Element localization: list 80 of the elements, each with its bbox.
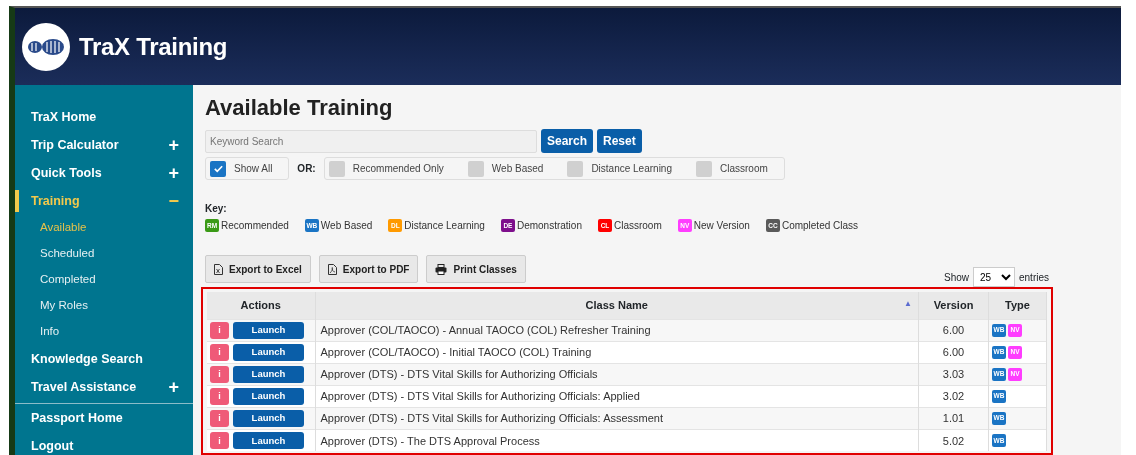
export-button[interactable]: Export to PDF <box>318 255 419 284</box>
spreadsheet-file-icon <box>214 263 223 275</box>
entries-select[interactable]: 25 <box>973 267 1015 288</box>
info-button[interactable]: i <box>210 432 229 450</box>
toggle-icon[interactable]: − <box>168 192 179 210</box>
checkbox[interactable] <box>467 160 484 177</box>
nav-link[interactable]: Quick Tools <box>31 163 169 183</box>
nav-subitem[interactable]: My Roles <box>15 293 193 319</box>
class-name-cell: Approver (COL/TAOCO) - Annual TAOCO (COL) Refresher Training <box>315 319 919 342</box>
toggle-icon[interactable]: + <box>168 378 179 396</box>
version-cell: 3.02 <box>918 385 989 408</box>
info-button[interactable]: i <box>210 343 229 361</box>
toggle-icon[interactable]: + <box>168 164 179 182</box>
entries-label: entries <box>1019 270 1049 285</box>
pdf-file-icon <box>327 263 337 275</box>
nav-link[interactable]: Travel Assistance <box>31 377 169 397</box>
checkbox-label[interactable]: Classroom <box>720 161 768 177</box>
checkbox[interactable] <box>696 160 712 177</box>
nav-subitem[interactable]: Scheduled <box>15 241 193 267</box>
launch-button[interactable]: Launch <box>233 432 304 450</box>
launch-button[interactable]: Launch <box>233 387 304 405</box>
search-field[interactable]: Keyword Search <box>205 129 537 153</box>
reset-button[interactable]: Reset <box>597 129 642 154</box>
class-name-cell: Approver (DTS) - DTS Vital Skills for Authorizing Officials: Assessment <box>315 407 919 430</box>
class-name-cell: Approver (DTS) - The DTS Approval Process <box>315 429 919 452</box>
key-label: Classroom <box>613 219 662 234</box>
class-name-cell: Approver (DTS) - DTS Vital Skills for Authorizing Officials: Applied <box>315 385 919 408</box>
column-header[interactable]: Version <box>918 292 989 320</box>
nav-subitem[interactable]: Available <box>15 215 193 241</box>
version-cell: 5.02 <box>918 429 989 452</box>
launch-button[interactable]: Launch <box>233 409 304 427</box>
printer-icon <box>435 263 448 275</box>
page-title: Available Training <box>205 95 394 122</box>
column-header[interactable]: Actions <box>207 292 315 320</box>
column-header[interactable]: Class Name ▲ <box>315 292 919 320</box>
checkbox[interactable] <box>210 160 226 177</box>
toggle-icon[interactable]: + <box>168 136 179 154</box>
export-button[interactable]: Export to Excel <box>205 255 311 284</box>
nav-subitem[interactable]: Completed <box>15 267 193 293</box>
version-cell: 1.01 <box>918 407 989 430</box>
version-cell: 3.03 <box>918 363 989 386</box>
launch-button[interactable]: Launch <box>233 321 304 339</box>
key-label: Web Based <box>320 219 373 234</box>
nav-subitem[interactable]: Info <box>15 319 193 345</box>
key-heading: Key: <box>205 204 228 215</box>
checkbox[interactable] <box>567 160 584 177</box>
or-label: OR: <box>297 162 316 177</box>
key-label: Recommended <box>221 219 289 234</box>
checkbox-label[interactable]: Distance Learning <box>591 161 672 177</box>
nav-link[interactable]: TraX Home <box>31 107 179 127</box>
info-button[interactable]: i <box>210 321 229 339</box>
export-button[interactable]: Print Classes <box>426 255 526 284</box>
info-button[interactable]: i <box>210 387 229 405</box>
info-button[interactable]: i <box>210 365 229 383</box>
info-button[interactable]: i <box>210 409 229 427</box>
launch-button[interactable]: Launch <box>233 365 304 383</box>
key-label: New Version <box>693 219 750 234</box>
footprint-logo-icon <box>27 36 65 57</box>
class-name-cell: Approver (COL/TAOCO) - Initial TAOCO (COL) Training <box>315 341 919 364</box>
checkbox-label[interactable]: Recommended Only <box>352 161 444 177</box>
key-label: Demonstration <box>516 219 582 234</box>
check-icon <box>212 163 224 175</box>
nav-link[interactable]: Training <box>31 191 169 211</box>
nav-link[interactable]: Logout <box>31 436 179 455</box>
app-title: TraX Training <box>79 31 228 62</box>
search-button[interactable]: Search <box>541 129 594 154</box>
column-header[interactable]: Type <box>988 292 1047 320</box>
launch-button[interactable]: Launch <box>233 343 304 361</box>
show-label: Show <box>943 270 969 285</box>
nav-link[interactable]: Knowledge Search <box>31 349 179 369</box>
class-name-cell: Approver (DTS) - DTS Vital Skills for Authorizing Officials <box>315 363 919 386</box>
checkbox[interactable] <box>328 160 345 177</box>
version-cell: 6.00 <box>918 341 989 364</box>
checkbox-label[interactable]: Web Based <box>491 161 544 177</box>
sort-ascending-icon[interactable]: ▲ <box>904 298 912 311</box>
nav-link[interactable]: Passport Home <box>31 408 179 428</box>
version-cell: 6.00 <box>918 319 989 342</box>
nav-link[interactable]: Trip Calculator <box>31 135 169 155</box>
key-label: Distance Learning <box>404 219 485 234</box>
key-label: Completed Class <box>781 219 859 234</box>
